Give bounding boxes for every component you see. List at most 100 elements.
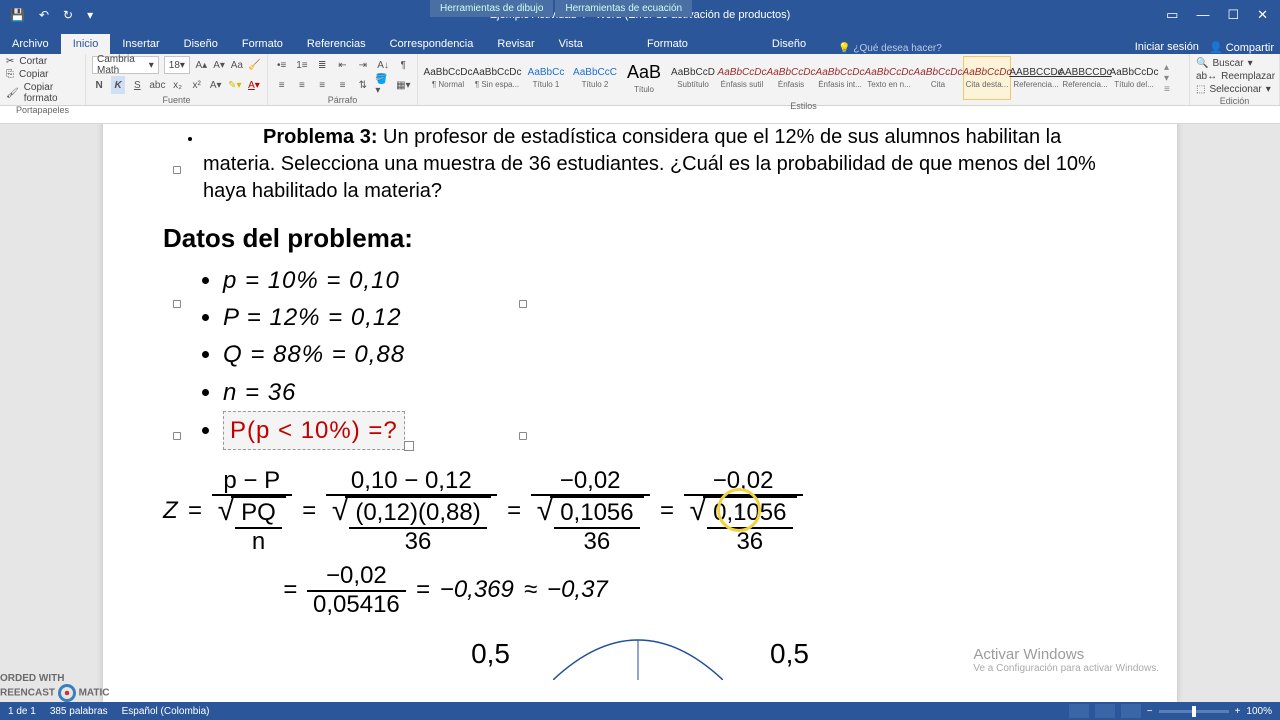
redo-icon[interactable]: ↻ <box>63 8 73 22</box>
style-item[interactable]: AaBbCcDcÉnfasis <box>767 56 815 100</box>
style-item[interactable]: AaBbCcDSubtítulo <box>669 56 717 100</box>
textbox-handle[interactable] <box>173 166 181 174</box>
view-web-icon[interactable] <box>1121 704 1141 718</box>
z-formula: Z = p − P PQn = 0,10 − 0,12 (0,12)(0,88)… <box>163 468 1137 618</box>
style-item[interactable]: AaBbCcDc¶ Normal <box>424 56 472 100</box>
cut-button[interactable]: ✂ Cortar <box>6 56 79 67</box>
sign-in-link[interactable]: Iniciar sesión <box>1135 41 1199 54</box>
style-item[interactable]: AABBCCDcReferencia... <box>1061 56 1109 100</box>
align-center-icon[interactable]: ≡ <box>294 76 309 94</box>
replace-button[interactable]: ab↔ Reemplazar <box>1196 71 1273 82</box>
save-icon[interactable]: 💾 <box>10 8 25 22</box>
highlight-icon[interactable]: ✎▾ <box>228 76 242 94</box>
ribbon-options-icon[interactable]: ▭ <box>1166 7 1178 23</box>
numbering-icon[interactable]: 1≡ <box>294 56 309 74</box>
document-area[interactable]: Problema 3: Un profesor de estadística c… <box>0 124 1280 702</box>
align-right-icon[interactable]: ≡ <box>315 76 330 94</box>
format-painter-button[interactable]: 🖌 Copiar formato <box>6 82 79 104</box>
grow-font-icon[interactable]: A▴ <box>195 56 208 74</box>
tab-correspondencia[interactable]: Correspondencia <box>378 34 486 54</box>
tab-insertar[interactable]: Insertar <box>110 34 171 54</box>
style-item[interactable]: AaBbCcDcTexto en n... <box>865 56 913 100</box>
style-item[interactable]: AABBCCDcReferencia... <box>1012 56 1060 100</box>
justify-icon[interactable]: ≡ <box>335 76 350 94</box>
zoom-slider[interactable] <box>1159 710 1229 713</box>
style-item[interactable]: AaBbCcDcCita <box>914 56 962 100</box>
style-item[interactable]: AaBbCcDc¶ Sin espa... <box>473 56 521 100</box>
bullets-icon[interactable]: •≡ <box>274 56 289 74</box>
data-list: p = 10% = 0,10 P = 12% = 0,12 Q = 88% = … <box>203 262 1137 450</box>
align-left-icon[interactable]: ≡ <box>274 76 289 94</box>
font-color-icon[interactable]: A▾ <box>247 76 261 94</box>
style-item[interactable]: AaBbCcTítulo 1 <box>522 56 570 100</box>
view-read-icon[interactable] <box>1069 704 1089 718</box>
menu-tabs: Archivo Inicio Insertar Diseño Formato R… <box>0 30 1280 54</box>
tab-referencias[interactable]: Referencias <box>295 34 378 54</box>
style-item[interactable]: AaBbCcDcTítulo del... <box>1110 56 1158 100</box>
minimize-icon[interactable]: — <box>1196 7 1209 23</box>
line-spacing-icon[interactable]: ⇅ <box>355 76 370 94</box>
style-item[interactable]: AaBbCcDcÉnfasis sutil <box>718 56 766 100</box>
tab-archivo[interactable]: Archivo <box>0 34 61 54</box>
shrink-font-icon[interactable]: A▾ <box>213 56 226 74</box>
tab-revisar[interactable]: Revisar <box>485 34 546 54</box>
zoom-in-icon[interactable]: + <box>1235 706 1241 717</box>
undo-icon[interactable]: ↶ <box>39 8 49 22</box>
textbox-handle[interactable] <box>519 300 527 308</box>
textbox-handle[interactable] <box>519 432 527 440</box>
subscript-icon[interactable]: x₂ <box>170 76 184 94</box>
tab-diseno[interactable]: Diseño <box>172 34 230 54</box>
sort-icon[interactable]: A↓ <box>375 56 390 74</box>
word-count[interactable]: 385 palabras <box>50 706 108 717</box>
underline-icon[interactable]: S <box>130 76 144 94</box>
select-button[interactable]: ⬚ Seleccionar ▾ <box>1196 84 1273 95</box>
data-Q: Q = 88% = 0,88 <box>223 341 405 368</box>
language-indicator[interactable]: Español (Colombia) <box>122 706 210 717</box>
tab-formato[interactable]: Formato <box>230 34 295 54</box>
superscript-icon[interactable]: x² <box>190 76 204 94</box>
textbox-handle[interactable] <box>173 300 181 308</box>
increase-indent-icon[interactable]: ⇥ <box>355 56 370 74</box>
equation-selected[interactable]: P(p < 10%) =? <box>223 411 405 450</box>
decrease-indent-icon[interactable]: ⇤ <box>335 56 350 74</box>
clear-format-icon[interactable]: 🧹 <box>248 56 261 74</box>
find-button[interactable]: 🔍 Buscar ▾ <box>1196 58 1273 69</box>
style-item[interactable]: AaBbCcDcÉnfasis int... <box>816 56 864 100</box>
view-print-icon[interactable] <box>1095 704 1115 718</box>
close-icon[interactable]: ✕ <box>1257 7 1268 23</box>
change-case-icon[interactable]: Aa <box>230 56 243 74</box>
qat-more-icon[interactable]: ▾ <box>87 8 93 22</box>
drawing-tools-tab[interactable]: Herramientas de dibujo <box>430 0 553 17</box>
maximize-icon[interactable]: ☐ <box>1227 7 1239 23</box>
tab-diseno-eq[interactable]: Diseño <box>760 34 818 54</box>
styles-scroll[interactable]: ▴▾≡ <box>1164 56 1170 100</box>
show-marks-icon[interactable]: ¶ <box>396 56 411 74</box>
strike-icon[interactable]: abc <box>149 76 165 94</box>
tab-vista[interactable]: Vista <box>547 34 595 54</box>
group-editing-label: Edición <box>1196 95 1273 107</box>
style-item[interactable]: AaBbCcCTítulo 2 <box>571 56 619 100</box>
share-button[interactable]: 👤 Compartir <box>1209 41 1274 54</box>
style-item[interactable]: AaBbCcDcCita desta... <box>963 56 1011 100</box>
textbox-handle[interactable] <box>173 432 181 440</box>
titlebar: 💾 ↶ ↻ ▾ Ejemplo Actividad 4 - Word (Erro… <box>0 0 1280 30</box>
copy-button[interactable]: ⎘ Copiar <box>6 69 79 80</box>
tab-formato-draw[interactable]: Formato <box>635 34 700 54</box>
font-size-combo[interactable]: 18 ▾ <box>164 56 190 74</box>
shading-icon[interactable]: 🪣▾ <box>375 76 390 94</box>
style-item[interactable]: AaBTítulo <box>620 56 668 100</box>
tab-inicio[interactable]: Inicio <box>61 34 111 54</box>
multilevel-icon[interactable]: ≣ <box>315 56 330 74</box>
borders-icon[interactable]: ▦▾ <box>396 76 411 94</box>
equation-tools-tab[interactable]: Herramientas de ecuación <box>555 0 692 17</box>
styles-gallery[interactable]: AaBbCcDc¶ NormalAaBbCcDc¶ Sin espa...AaB… <box>424 56 1158 100</box>
bold-icon[interactable]: N <box>92 76 106 94</box>
tell-me-input[interactable]: 💡 ¿Qué desea hacer? <box>838 43 942 54</box>
zoom-level[interactable]: 100% <box>1246 706 1272 717</box>
page-indicator[interactable]: 1 de 1 <box>8 706 36 717</box>
text-effects-icon[interactable]: A▾ <box>209 76 223 94</box>
italic-icon[interactable]: K <box>111 76 125 94</box>
zoom-out-icon[interactable]: − <box>1147 706 1153 717</box>
font-name-combo[interactable]: Cambria Math ▾ <box>92 56 159 74</box>
group-font-label: Fuente <box>92 94 261 106</box>
